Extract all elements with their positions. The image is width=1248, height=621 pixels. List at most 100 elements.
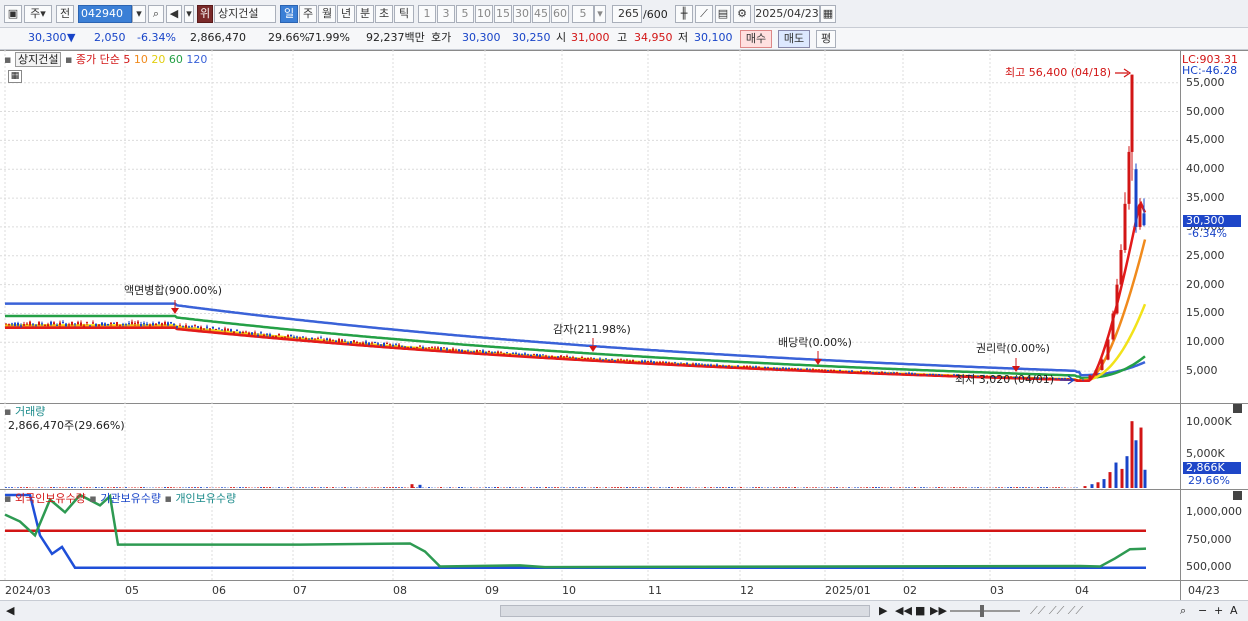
candle-body: [764, 366, 766, 369]
stop-icon[interactable]: ■: [915, 604, 925, 618]
period-tick-button[interactable]: 틱: [394, 5, 414, 23]
candle-body: [476, 349, 478, 353]
zoom-slider[interactable]: [950, 610, 1020, 612]
volume-bar: [581, 487, 583, 488]
zoom-out-icon[interactable]: −: [1198, 604, 1207, 618]
candle-body: [449, 350, 451, 352]
candle-body: [455, 349, 457, 351]
volume-bar: [536, 487, 538, 488]
interval-5-button[interactable]: 5: [456, 5, 474, 23]
period-week-button[interactable]: 주: [299, 5, 317, 23]
sell-button[interactable]: 매도: [778, 30, 810, 48]
scroll-thumb[interactable]: [500, 605, 870, 617]
candle-body: [635, 361, 637, 363]
period-day-button[interactable]: 일: [280, 5, 298, 23]
candle-body: [566, 355, 568, 358]
stock-name-field[interactable]: 상지건설: [214, 5, 276, 23]
interval-1-button[interactable]: 1: [418, 5, 436, 23]
candle-body: [659, 361, 661, 364]
candle-body: [92, 322, 94, 324]
candle-body: [695, 363, 697, 366]
prefix-button[interactable]: 전: [56, 5, 74, 23]
volume-bar: [617, 487, 619, 488]
volume-bar: [11, 487, 13, 488]
code-dropdown-icon[interactable]: ▾: [132, 5, 146, 23]
period-year-button[interactable]: 년: [337, 5, 355, 23]
candle-body: [821, 369, 823, 371]
candle-body: [578, 358, 580, 360]
scroll-left-icon[interactable]: ◀: [6, 604, 14, 618]
candle-body: [398, 344, 400, 348]
candle-body: [902, 373, 904, 375]
period-second-button[interactable]: 초: [375, 5, 393, 23]
volume-bar: [26, 487, 28, 488]
period-minute-button[interactable]: 분: [356, 5, 374, 23]
volume-bar: [287, 487, 289, 488]
x-axis-end-date: 04/23: [1188, 584, 1220, 597]
volume-bar: [803, 487, 805, 488]
font-size-icon[interactable]: A: [1230, 604, 1238, 618]
scroll-right-icon[interactable]: ▶: [879, 604, 887, 618]
legend-stock-name[interactable]: 상지건설: [14, 52, 62, 67]
sound-icon[interactable]: ◀: [166, 5, 182, 23]
sound-dropdown-icon[interactable]: ▾: [184, 5, 194, 23]
search-icon[interactable]: ⌕: [148, 5, 164, 23]
volume-bar: [725, 487, 727, 488]
buy-button[interactable]: 매수: [740, 30, 772, 48]
zoom-slider-handle[interactable]: [980, 605, 984, 617]
interval-45-button[interactable]: 45: [532, 5, 550, 23]
volume-bar: [914, 487, 916, 488]
calendar-icon[interactable]: ▦: [820, 5, 836, 23]
window-menu-icon[interactable]: ▣: [4, 5, 22, 23]
volume-bar: [551, 487, 553, 488]
trend-tool-icon[interactable]: ⟋: [695, 5, 713, 23]
interval-3-button[interactable]: 3: [437, 5, 455, 23]
interval-60-button[interactable]: 60: [551, 5, 569, 23]
interval-30-button[interactable]: 30: [513, 5, 531, 23]
candle-body: [218, 328, 220, 330]
volume-bar: [857, 487, 859, 488]
candle-body: [776, 367, 778, 369]
holding-panel-close-icon[interactable]: [1233, 491, 1242, 500]
volume-bar: [941, 487, 943, 488]
zoom-in-icon[interactable]: +: [1214, 604, 1223, 618]
volume-bar: [866, 487, 868, 488]
candle-body: [641, 360, 643, 363]
interval-dropdown-icon[interactable]: ▾: [594, 5, 606, 23]
candle-type-icon[interactable]: ╫: [675, 5, 693, 23]
play-forward-icon[interactable]: ▶▶: [930, 604, 947, 618]
date-input[interactable]: 2025/04/23: [754, 5, 820, 23]
volume-bar: [785, 487, 787, 488]
candle-body: [803, 369, 805, 371]
interval-10-button[interactable]: 10: [475, 5, 493, 23]
candle-body: [308, 338, 310, 340]
table-view-icon[interactable]: ▦: [8, 70, 22, 83]
period-selector[interactable]: 주▾: [24, 5, 52, 23]
volume-bar: [788, 487, 790, 488]
volume-panel-close-icon[interactable]: [1233, 404, 1242, 413]
zoom-search-icon[interactable]: ⌕: [1180, 604, 1186, 618]
candle-body: [494, 351, 496, 353]
candle-body: [782, 367, 784, 369]
ma120-line: [5, 302, 1146, 377]
save-icon[interactable]: ▤: [715, 5, 731, 23]
volume-bar: [383, 487, 385, 488]
count-input[interactable]: 265: [612, 5, 642, 23]
settings-gear-icon[interactable]: ⚙: [733, 5, 751, 23]
volume-bar: [812, 487, 814, 488]
drawing-tools-icon[interactable]: ⟋⟋ ⟋⟋ ⟋⟋: [1030, 604, 1083, 618]
period-month-button[interactable]: 월: [318, 5, 336, 23]
candle-body: [164, 321, 166, 325]
inst-holding-label: 기관보유수량: [100, 492, 161, 505]
candle-body: [857, 371, 859, 373]
play-back-icon[interactable]: ◀◀: [895, 604, 912, 618]
avg-button[interactable]: 평: [816, 30, 836, 48]
candle-body: [350, 341, 352, 344]
interval-15-button[interactable]: 15: [494, 5, 512, 23]
interval-input[interactable]: 5: [572, 5, 594, 23]
candle-body: [203, 328, 205, 330]
candle-body: [1134, 169, 1138, 227]
chart-area[interactable]: ▪ 상지건설 ▪ 종가 단순 5 10 20 60 120 ▦ LC:903.3…: [0, 50, 1248, 600]
stock-code-input[interactable]: 042940: [78, 5, 132, 23]
bottom-scrollbar[interactable]: ◀ ▶ ◀◀ ■ ▶▶ ⟋⟋ ⟋⟋ ⟋⟋ ⌕ − + A: [0, 600, 1248, 621]
